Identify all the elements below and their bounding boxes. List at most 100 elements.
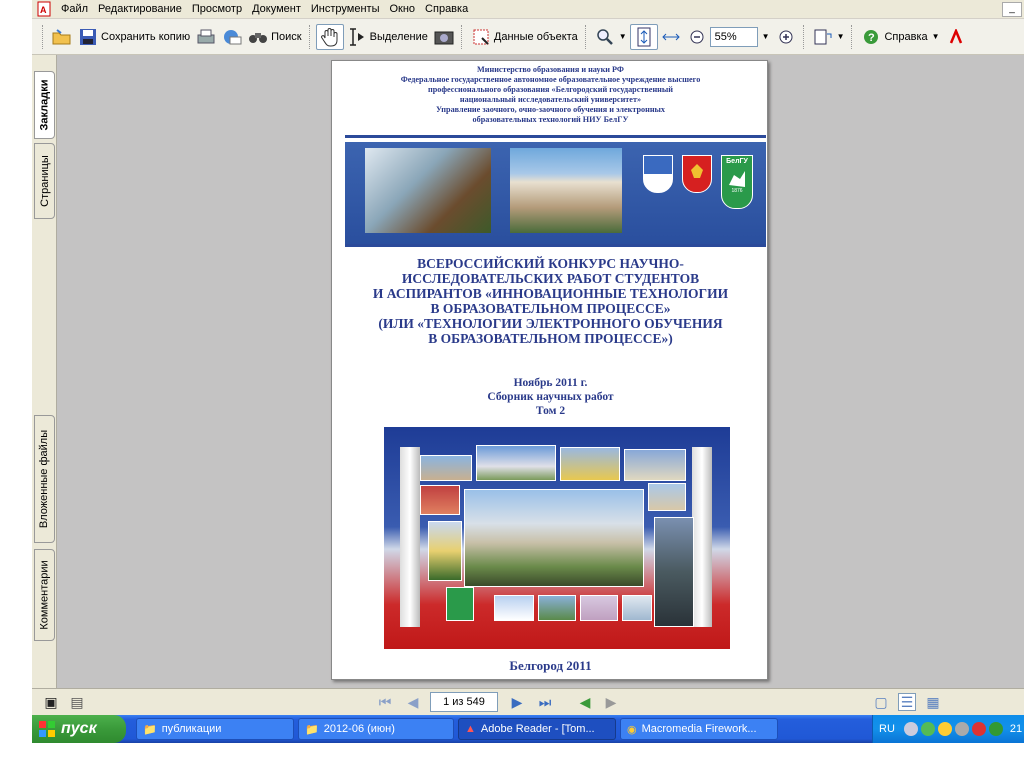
tab-attachments[interactable]: Вложенные файлы (34, 415, 55, 543)
last-page-icon[interactable]: ⏭ (536, 693, 554, 711)
title-line: ВСЕРОССИЙСКИЙ КОНКУРС НАУЧНО- (417, 256, 684, 271)
menu-view[interactable]: Просмотр (187, 0, 247, 19)
task-label: Adobe Reader - [Tom... (480, 723, 595, 735)
taskbar-item-publications[interactable]: 📁 публикации (136, 718, 294, 740)
adobe-reader-icon: ▲ (465, 723, 476, 735)
hand-tool-button[interactable] (315, 23, 344, 50)
search-button[interactable]: Поиск (245, 24, 304, 50)
folder-icon: 📁 (143, 723, 157, 736)
text-cursor-icon (347, 27, 367, 47)
zoom-in-tool-button[interactable]: ▼ (592, 24, 630, 50)
menu-tools[interactable]: Инструменты (306, 0, 385, 19)
taskbar-item-fireworks[interactable]: ◉ Macromedia Firework... (620, 718, 778, 740)
toolbar-grip[interactable] (802, 24, 806, 49)
back-view-icon[interactable]: ◀ (576, 693, 594, 711)
zoom-level-input[interactable] (709, 26, 758, 47)
tray-green-icon[interactable] (988, 722, 1003, 736)
menu-document[interactable]: Документ (247, 0, 306, 19)
select-label: Выделение (369, 30, 428, 43)
tab-bookmarks[interactable]: Закладки (34, 71, 55, 139)
minimize-button[interactable]: _ (1002, 2, 1022, 17)
toolbar-grip[interactable] (851, 24, 854, 49)
header-line: образовательных технологий НИУ БелГУ (472, 115, 629, 124)
page-number-input[interactable] (430, 692, 498, 712)
page-options-icon[interactable]: ▤ (68, 693, 86, 711)
tab-comments[interactable]: Комментарии (34, 549, 55, 641)
fit-width-button[interactable] (658, 24, 684, 50)
system-tray: RU 21 (872, 715, 1024, 743)
toolbar-grip[interactable] (460, 24, 464, 49)
taskbar-item-folder-2012[interactable]: 📁 2012-06 (июн) (298, 718, 454, 740)
single-page-icon[interactable]: ▢ (872, 693, 890, 711)
right-column (692, 447, 712, 627)
title-line: И АСПИРАНТОВ «ИННОВАЦИОННЫЕ ТЕХНОЛОГИИ (372, 286, 729, 301)
task-label: публикации (161, 723, 222, 735)
print-button[interactable] (193, 24, 219, 50)
date-line: Ноябрь 2011 г. (513, 377, 588, 389)
menu-edit[interactable]: Редактирование (93, 0, 187, 19)
tab-attachments-label: Вложенные файлы (38, 429, 51, 529)
save-copy-button[interactable]: Сохранить копию (75, 24, 193, 50)
first-page-icon[interactable]: ⏮ (376, 693, 394, 711)
collage-photo (420, 455, 472, 481)
menu-file[interactable]: Файл (56, 0, 93, 19)
shield-icon[interactable] (937, 722, 952, 736)
adobe-logo-icon (946, 27, 966, 47)
facing-pages-icon[interactable]: ▦ (924, 693, 942, 711)
toolbar-grip[interactable] (584, 24, 588, 49)
menu-bar: A Файл Редактирование Просмотр Документ … (32, 0, 1024, 19)
folder-icon: 📁 (305, 723, 319, 736)
collage-photo (580, 595, 618, 621)
zoom-in-button[interactable] (773, 24, 799, 50)
chevron-down-icon: ▼ (618, 32, 627, 41)
clock[interactable]: 21 (1010, 723, 1022, 735)
desktop-edge (0, 0, 32, 715)
fit-height-button[interactable] (629, 23, 658, 50)
menu-window[interactable]: Окно (384, 0, 420, 19)
select-tool-button[interactable]: Выделение (344, 24, 431, 50)
toolbar: Сохранить копию Поиск Выделение Данные о… (32, 19, 1024, 55)
toolbar-grip[interactable] (308, 24, 312, 49)
zoom-out-button[interactable] (684, 24, 710, 50)
tray-expand-icon[interactable] (903, 722, 918, 736)
next-page-icon[interactable]: ▶ (508, 693, 526, 711)
snapshot-button[interactable] (431, 24, 457, 50)
object-data-button[interactable]: Данные объекта (468, 24, 581, 50)
fit-width-icon (661, 27, 681, 47)
tray-app-icon[interactable] (920, 722, 935, 736)
language-indicator[interactable]: RU (879, 723, 895, 735)
cover-collage-image (384, 427, 730, 649)
continuous-page-icon[interactable]: ☰ (898, 693, 916, 711)
camera-icon (434, 27, 454, 47)
hand-icon (320, 27, 340, 47)
taskbar-item-adobe-reader[interactable]: ▲ Adobe Reader - [Tom... (458, 718, 616, 740)
previous-page-icon[interactable]: ◀ (404, 693, 422, 711)
rotate-button[interactable]: ▼ (810, 24, 848, 50)
forward-view-icon[interactable]: ▶ (602, 693, 620, 711)
document-view[interactable]: Министерство образования и науки РФ Феде… (57, 55, 1024, 688)
tab-pages[interactable]: Страницы (34, 143, 55, 219)
collage-photo (648, 483, 686, 511)
open-button[interactable] (49, 24, 75, 50)
title-line: В ОБРАЗОВАТЕЛЬНОМ ПРОЦЕССЕ» (430, 301, 671, 316)
tab-pages-label: Страницы (38, 155, 51, 207)
collage-photo (560, 447, 620, 481)
save-disk-icon (78, 27, 98, 47)
zoom-dropdown-button[interactable]: ▼ (758, 24, 773, 50)
security-alert-icon[interactable] (971, 722, 986, 736)
monitor-icon[interactable]: ▣ (42, 693, 60, 711)
volume-line: Том 2 (535, 405, 566, 417)
toolbar-grip[interactable] (42, 24, 45, 49)
email-button[interactable] (219, 24, 245, 50)
email-globe-icon (222, 27, 242, 47)
object-data-label: Данные объекта (493, 30, 578, 43)
start-button[interactable]: пуск (32, 715, 126, 743)
footer-city-year: Белгород 2011 (509, 658, 592, 673)
header-line: Министерство образования и науки РФ (477, 65, 624, 74)
network-icon[interactable] (954, 722, 969, 736)
save-copy-label: Сохранить копию (101, 30, 191, 43)
title-line: (ИЛИ «ТЕХНОЛОГИИ ЭЛЕКТРОННОГО ОБУЧЕНИЯ (378, 316, 723, 331)
menu-help[interactable]: Справка (420, 0, 473, 19)
collage-photo (624, 449, 686, 481)
help-button[interactable]: ? Справка ▼ (858, 24, 942, 50)
